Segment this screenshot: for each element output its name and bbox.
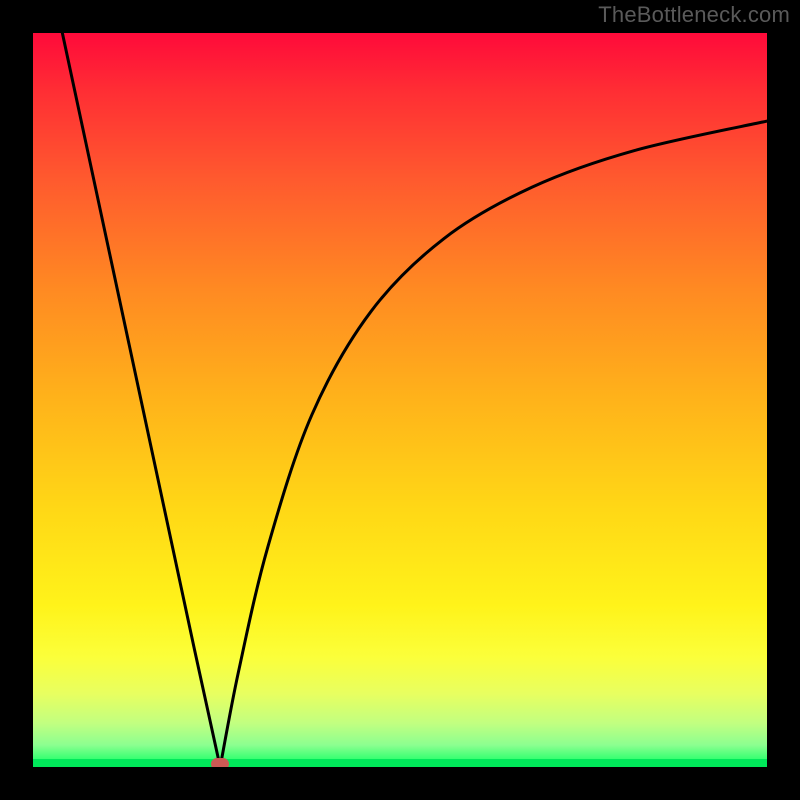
plot-area: [33, 33, 767, 767]
curve-path: [62, 33, 767, 767]
watermark-text: TheBottleneck.com: [598, 2, 790, 28]
chart-frame: TheBottleneck.com: [0, 0, 800, 800]
bottleneck-curve: [33, 33, 767, 767]
vertex-marker: [211, 758, 229, 767]
